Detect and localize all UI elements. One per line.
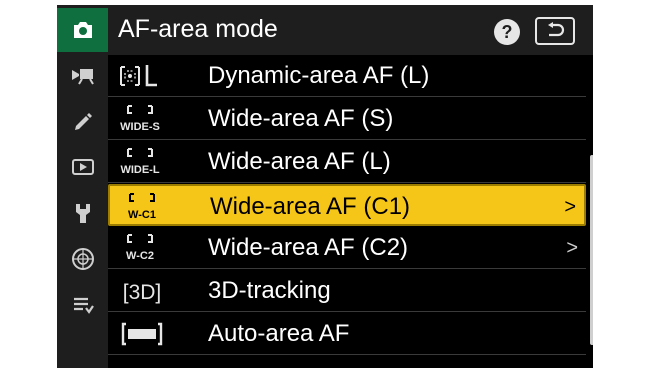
svg-text:W-C2: W-C2	[126, 250, 154, 262]
af-area-mode-list: Dynamic-area AF (L) WIDE-S Wide-area AF …	[108, 55, 593, 368]
list-item-label: Auto-area AF	[208, 320, 350, 347]
rail-tab-photo-shooting[interactable]	[57, 8, 108, 52]
menu-rail	[57, 5, 108, 368]
rail-tab-my-menu[interactable]	[57, 283, 108, 327]
help-button[interactable]: ?	[494, 19, 520, 45]
menu-header: AF-area mode ?	[108, 5, 593, 55]
list-item-label: 3D-tracking	[208, 277, 331, 304]
scrollbar-thumb[interactable]	[590, 155, 593, 345]
chevron-right-icon: >	[566, 237, 578, 259]
wrench-icon	[75, 204, 90, 223]
wide-area-l-icon: WIDE-L	[120, 148, 160, 176]
chevron-right-icon: >	[564, 196, 576, 218]
list-item-label: Wide-area AF (C1)	[210, 193, 411, 220]
camera-icon	[73, 22, 92, 38]
svg-text:[3D]: [3D]	[123, 281, 162, 304]
wide-area-s-icon: WIDE-S	[120, 105, 160, 133]
list-item-auto-area[interactable]: Auto-area AF	[108, 313, 586, 355]
list-item-label: Wide-area AF (S)	[208, 105, 394, 132]
list-item-label: Dynamic-area AF (L)	[208, 62, 430, 89]
list-item-3d-tracking[interactable]: [3D] 3D-tracking	[108, 270, 586, 312]
camera-menu-screen: AF-area mode ? Dynamic-area AF (L) WIDE-…	[57, 5, 593, 368]
list-item-label: Wide-area AF (L)	[208, 148, 391, 175]
rail-tab-movie-shooting[interactable]	[57, 53, 108, 97]
rail-tab-network[interactable]	[57, 237, 108, 281]
dynamic-area-l-icon	[120, 65, 157, 87]
movie-camera-icon	[71, 69, 94, 85]
list-item-wide-area-s[interactable]: WIDE-S Wide-area AF (S)	[108, 98, 586, 140]
rail-tab-setup[interactable]	[57, 191, 108, 235]
help-icon: ?	[501, 22, 513, 42]
list-item-label: Wide-area AF (C2)	[208, 234, 409, 261]
list-item-wide-area-c2[interactable]: W-C2 Wide-area AF (C2) >	[108, 227, 586, 269]
my-menu-icon	[73, 297, 94, 314]
list-item-wide-area-c1[interactable]: W-C1 Wide-area AF (C1) >	[108, 184, 586, 226]
list-item-dynamic-area-l[interactable]: Dynamic-area AF (L)	[108, 55, 586, 97]
page-title: AF-area mode	[118, 15, 278, 43]
list-item-wide-area-l[interactable]: WIDE-L Wide-area AF (L)	[108, 141, 586, 183]
svg-text:WIDE-S: WIDE-S	[120, 121, 160, 133]
back-arrow-icon	[548, 22, 565, 37]
wide-area-c2-icon: W-C2	[126, 234, 154, 262]
playback-icon	[71, 159, 94, 175]
rail-tab-custom-settings[interactable]	[57, 99, 108, 143]
svg-text:W-C1: W-C1	[128, 209, 156, 221]
rail-tab-playback[interactable]	[57, 145, 108, 189]
wide-area-c1-icon: W-C1	[128, 193, 156, 221]
svg-text:WIDE-L: WIDE-L	[120, 164, 159, 176]
pencil-icon	[74, 113, 92, 130]
network-icon	[71, 248, 94, 270]
auto-area-icon	[121, 322, 163, 346]
3d-tracking-icon: [3D]	[123, 281, 162, 304]
back-button[interactable]	[535, 17, 575, 45]
